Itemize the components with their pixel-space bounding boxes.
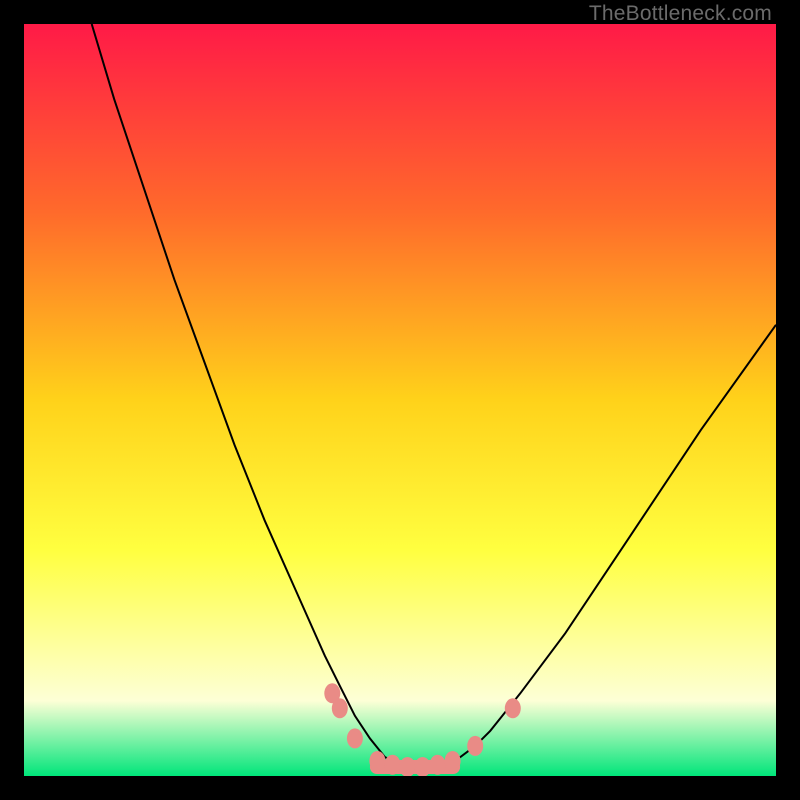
curve-marker <box>369 751 385 771</box>
curve-marker <box>445 751 461 771</box>
watermark-text: TheBottleneck.com <box>589 2 772 26</box>
curve-marker <box>332 698 348 718</box>
chart-frame: TheBottleneck.com <box>0 0 800 800</box>
curve-marker <box>430 755 446 775</box>
gradient-background <box>24 24 776 776</box>
plot-area <box>24 24 776 776</box>
curve-marker <box>385 755 401 775</box>
curve-marker <box>505 698 521 718</box>
curve-marker <box>467 736 483 756</box>
plot-svg <box>24 24 776 776</box>
curve-marker <box>347 728 363 748</box>
